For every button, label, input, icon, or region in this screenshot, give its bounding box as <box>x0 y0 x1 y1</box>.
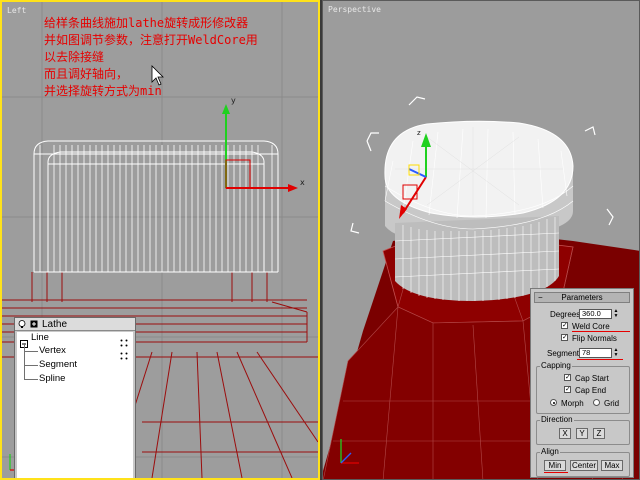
cap-start-checkbox[interactable]: ✓ <box>564 374 571 381</box>
tree-connector <box>24 365 38 366</box>
segments-input[interactable]: 78 <box>579 348 612 358</box>
modifier-stack-list: Line Vertex Segment Spline <box>17 332 133 478</box>
weld-core-label: Weld Core <box>572 322 610 331</box>
gizmo-y-label: y <box>231 96 236 105</box>
parameters-title: Parameters <box>561 293 603 302</box>
subobject-spline[interactable]: Spline <box>39 373 65 384</box>
flip-normals-checkbox[interactable]: ✓ <box>561 334 568 341</box>
vertex-dots-icon <box>120 347 128 360</box>
direction-x-button[interactable]: X <box>559 428 571 439</box>
flip-normals-label: Flip Normals <box>572 334 617 343</box>
cap-wireframe <box>33 140 279 273</box>
subobject-segment[interactable]: Segment <box>39 359 77 370</box>
degrees-label: Degrees: <box>550 310 583 319</box>
transform-gizmo <box>222 104 298 192</box>
grid-radio[interactable] <box>593 399 600 406</box>
tree-connector <box>24 379 38 380</box>
cap-end-checkbox[interactable]: ✓ <box>564 386 571 393</box>
annotation-line-2: 并如图调节参数，注意打开WeldCore用 <box>44 33 258 47</box>
align-max-button[interactable]: Max <box>601 460 623 471</box>
modifier-lathe[interactable]: Lathe <box>42 319 67 330</box>
morph-label: Morph <box>561 399 584 408</box>
modifier-stack-header: Lathe <box>15 318 135 331</box>
cap-end-label: Cap End <box>575 386 607 395</box>
annotation-line-1: 给样条曲线施加lathe旋转成形修改器 <box>44 16 249 30</box>
grid-label: Grid <box>604 399 620 408</box>
stack-item-line[interactable]: Line <box>31 332 49 343</box>
direction-title: Direction <box>540 415 574 424</box>
expand-plus-icon[interactable] <box>30 320 38 328</box>
parameters-rollout-header[interactable]: − Parameters <box>534 292 630 303</box>
degrees-input[interactable]: 360.0 <box>579 309 612 319</box>
gizmo-x-label: x <box>300 178 305 187</box>
subobject-vertex[interactable]: Vertex <box>39 345 66 356</box>
annotation-line-3: 以去除接缝 <box>44 50 105 64</box>
align-title: Align <box>540 447 560 456</box>
annotation-line-5: 并选择旋转方式为min <box>44 84 162 98</box>
modifier-stack-panel: Lathe Line Vertex Segment Spline <box>14 317 136 478</box>
align-center-button[interactable]: Center <box>570 460 598 471</box>
cap-mesh <box>384 120 574 301</box>
tree-connector <box>24 351 38 352</box>
vertex-dots-icon <box>120 334 128 347</box>
capping-title: Capping <box>540 361 572 370</box>
left-viewport[interactable]: Left 给样条曲线施加lathe旋转成形修改器 并如图调节参数，注意打开Wel… <box>0 0 320 480</box>
rollout-collapse-icon: − <box>538 293 543 302</box>
weld-core-highlight <box>572 331 630 332</box>
cap-start-label: Cap Start <box>575 374 609 383</box>
align-min-highlight <box>544 472 568 473</box>
annotation-line-4: 而且调好轴向， <box>44 67 129 81</box>
collapse-minus-icon[interactable] <box>20 335 28 348</box>
left-viewport-label[interactable]: Left <box>7 6 26 15</box>
segments-spinner-icon[interactable]: ▲ ▼ <box>613 348 619 358</box>
tree-connector <box>24 343 25 379</box>
morph-radio[interactable] <box>550 399 557 406</box>
weld-core-checkbox[interactable]: ✓ <box>561 322 568 329</box>
segments-highlight <box>577 359 623 360</box>
align-min-button[interactable]: Min <box>544 460 566 471</box>
lathe-parameters-panel: − Parameters Degrees: 360.0 ▲ ▼ ✓ Weld Co… <box>530 288 634 478</box>
direction-z-button[interactable]: Z <box>593 428 605 439</box>
gizmo-z-label: z <box>417 129 421 137</box>
degrees-spinner-icon[interactable]: ▲ ▼ <box>613 309 619 319</box>
direction-y-button[interactable]: Y <box>576 428 588 439</box>
bulb-icon[interactable] <box>18 320 26 328</box>
perspective-viewport-label[interactable]: Perspective <box>328 5 381 14</box>
